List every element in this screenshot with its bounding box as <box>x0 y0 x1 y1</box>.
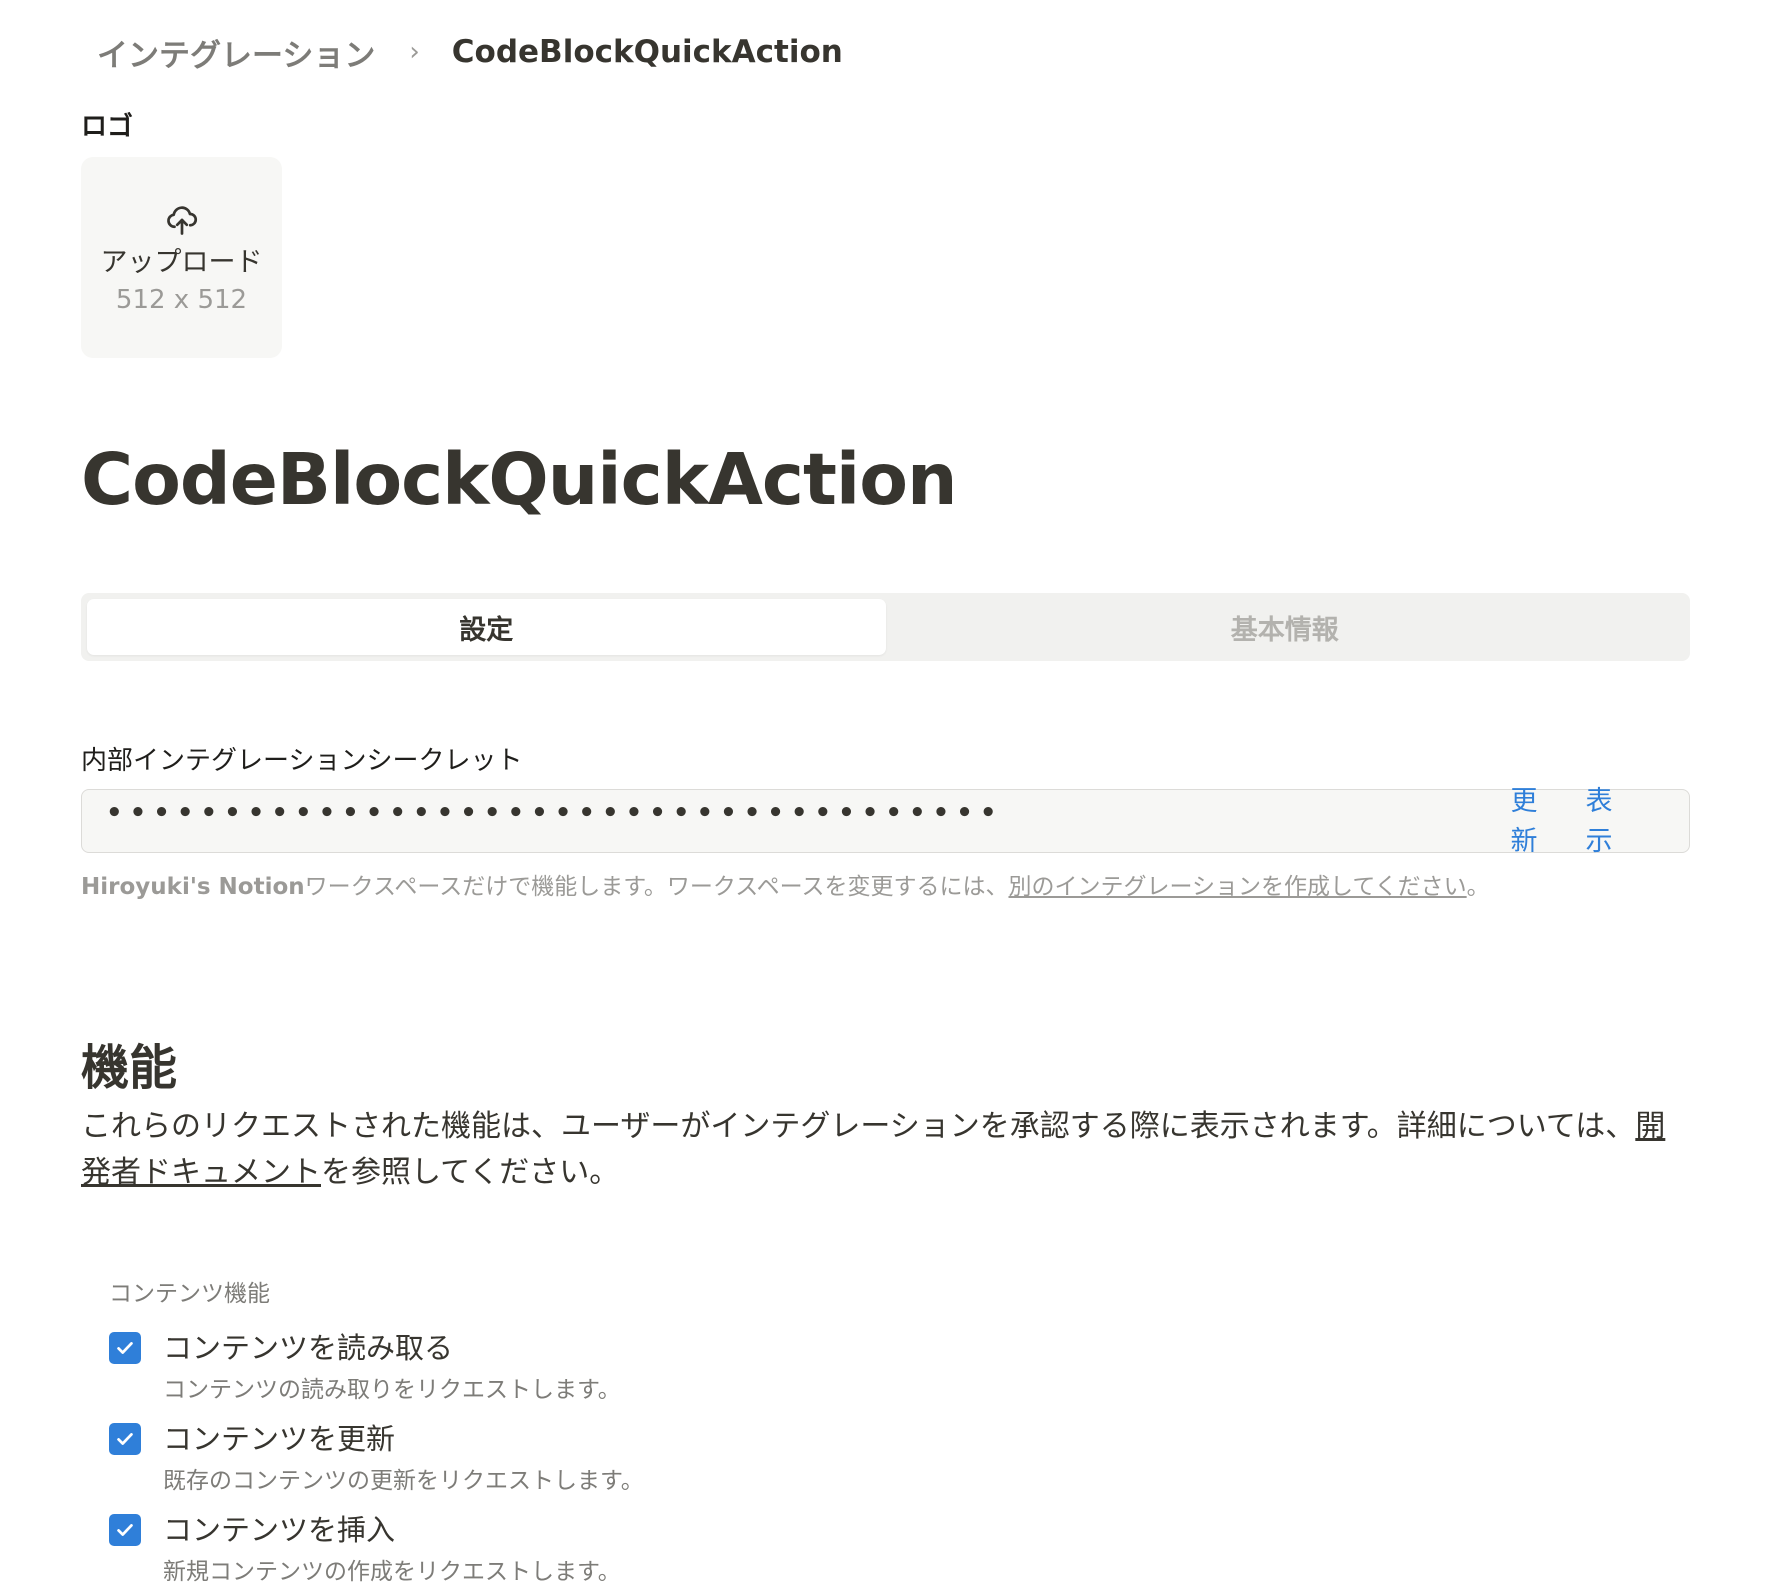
cloud-upload-icon <box>166 206 197 235</box>
content-capabilities-label: コンテンツ機能 <box>109 1281 270 1307</box>
logo-label: ロゴ <box>81 112 134 142</box>
check-icon <box>117 1524 133 1536</box>
capability-desc: 新規コンテンツの作成をリクエストします。 <box>163 1559 621 1585</box>
read-content-checkbox[interactable] <box>109 1332 141 1364</box>
page-title: CodeBlockQuickAction <box>81 438 958 521</box>
capability-title: コンテンツを読み取る <box>163 1331 454 1365</box>
capabilities-title: 機能 <box>81 1040 178 1096</box>
logo-upload-button[interactable]: アップロード 512 x 512 <box>81 157 282 358</box>
capabilities-desc-text: これらのリクエストされた機能は、ユーザーがインテグレーションを承認する際に表示さ… <box>81 1109 1636 1144</box>
update-content-checkbox[interactable] <box>109 1423 141 1455</box>
chevron-right-icon: › <box>409 37 420 67</box>
secret-label: 内部インテグレーションシークレット <box>81 746 523 776</box>
helper-end: 。 <box>1466 874 1490 900</box>
capability-title: コンテンツを挿入 <box>163 1513 396 1547</box>
upload-size-hint: 512 x 512 <box>115 285 248 315</box>
helper-body: ワークスペースだけで機能します。ワークスペースを変更するには、 <box>304 874 1009 900</box>
breadcrumb-integrations-link[interactable]: インテグレーション <box>97 30 375 75</box>
capability-desc: 既存のコンテンツの更新をリクエストします。 <box>163 1468 644 1494</box>
tab-basic-info[interactable]: 基本情報 <box>886 599 1685 655</box>
upload-label: アップロード <box>100 247 263 278</box>
tab-bar: 設定 基本情報 <box>81 593 1690 661</box>
capability-title: コンテンツを更新 <box>163 1422 396 1456</box>
secret-masked-value: •••••••••••••••••••••••••••••••••••••• <box>106 798 1004 828</box>
secret-field: •••••••••••••••••••••••••••••••••••••• 更… <box>81 786 1690 857</box>
breadcrumb: インテグレーション › CodeBlockQuickAction <box>97 30 843 74</box>
check-icon <box>117 1342 133 1354</box>
capabilities-description: これらのリクエストされた機能は、ユーザーがインテグレーションを承認する際に表示さ… <box>81 1104 1690 1196</box>
breadcrumb-current: CodeBlockQuickAction <box>451 34 843 70</box>
capabilities-desc-end: を参照してください。 <box>321 1155 620 1190</box>
insert-content-checkbox[interactable] <box>109 1514 141 1546</box>
tab-settings[interactable]: 設定 <box>87 599 886 655</box>
workspace-name: Hiroyuki's Notion <box>81 874 305 900</box>
capability-desc: コンテンツの読み取りをリクエストします。 <box>163 1377 621 1403</box>
workspace-helper-text: Hiroyuki's Notionワークスペースだけで機能します。ワークスペース… <box>81 867 1490 901</box>
refresh-secret-button[interactable]: 更新 <box>1506 782 1542 862</box>
check-icon <box>117 1433 133 1445</box>
create-integration-link[interactable]: 別のインテグレーションを作成してください <box>1008 874 1466 900</box>
show-secret-button[interactable]: 表示 <box>1581 782 1617 862</box>
